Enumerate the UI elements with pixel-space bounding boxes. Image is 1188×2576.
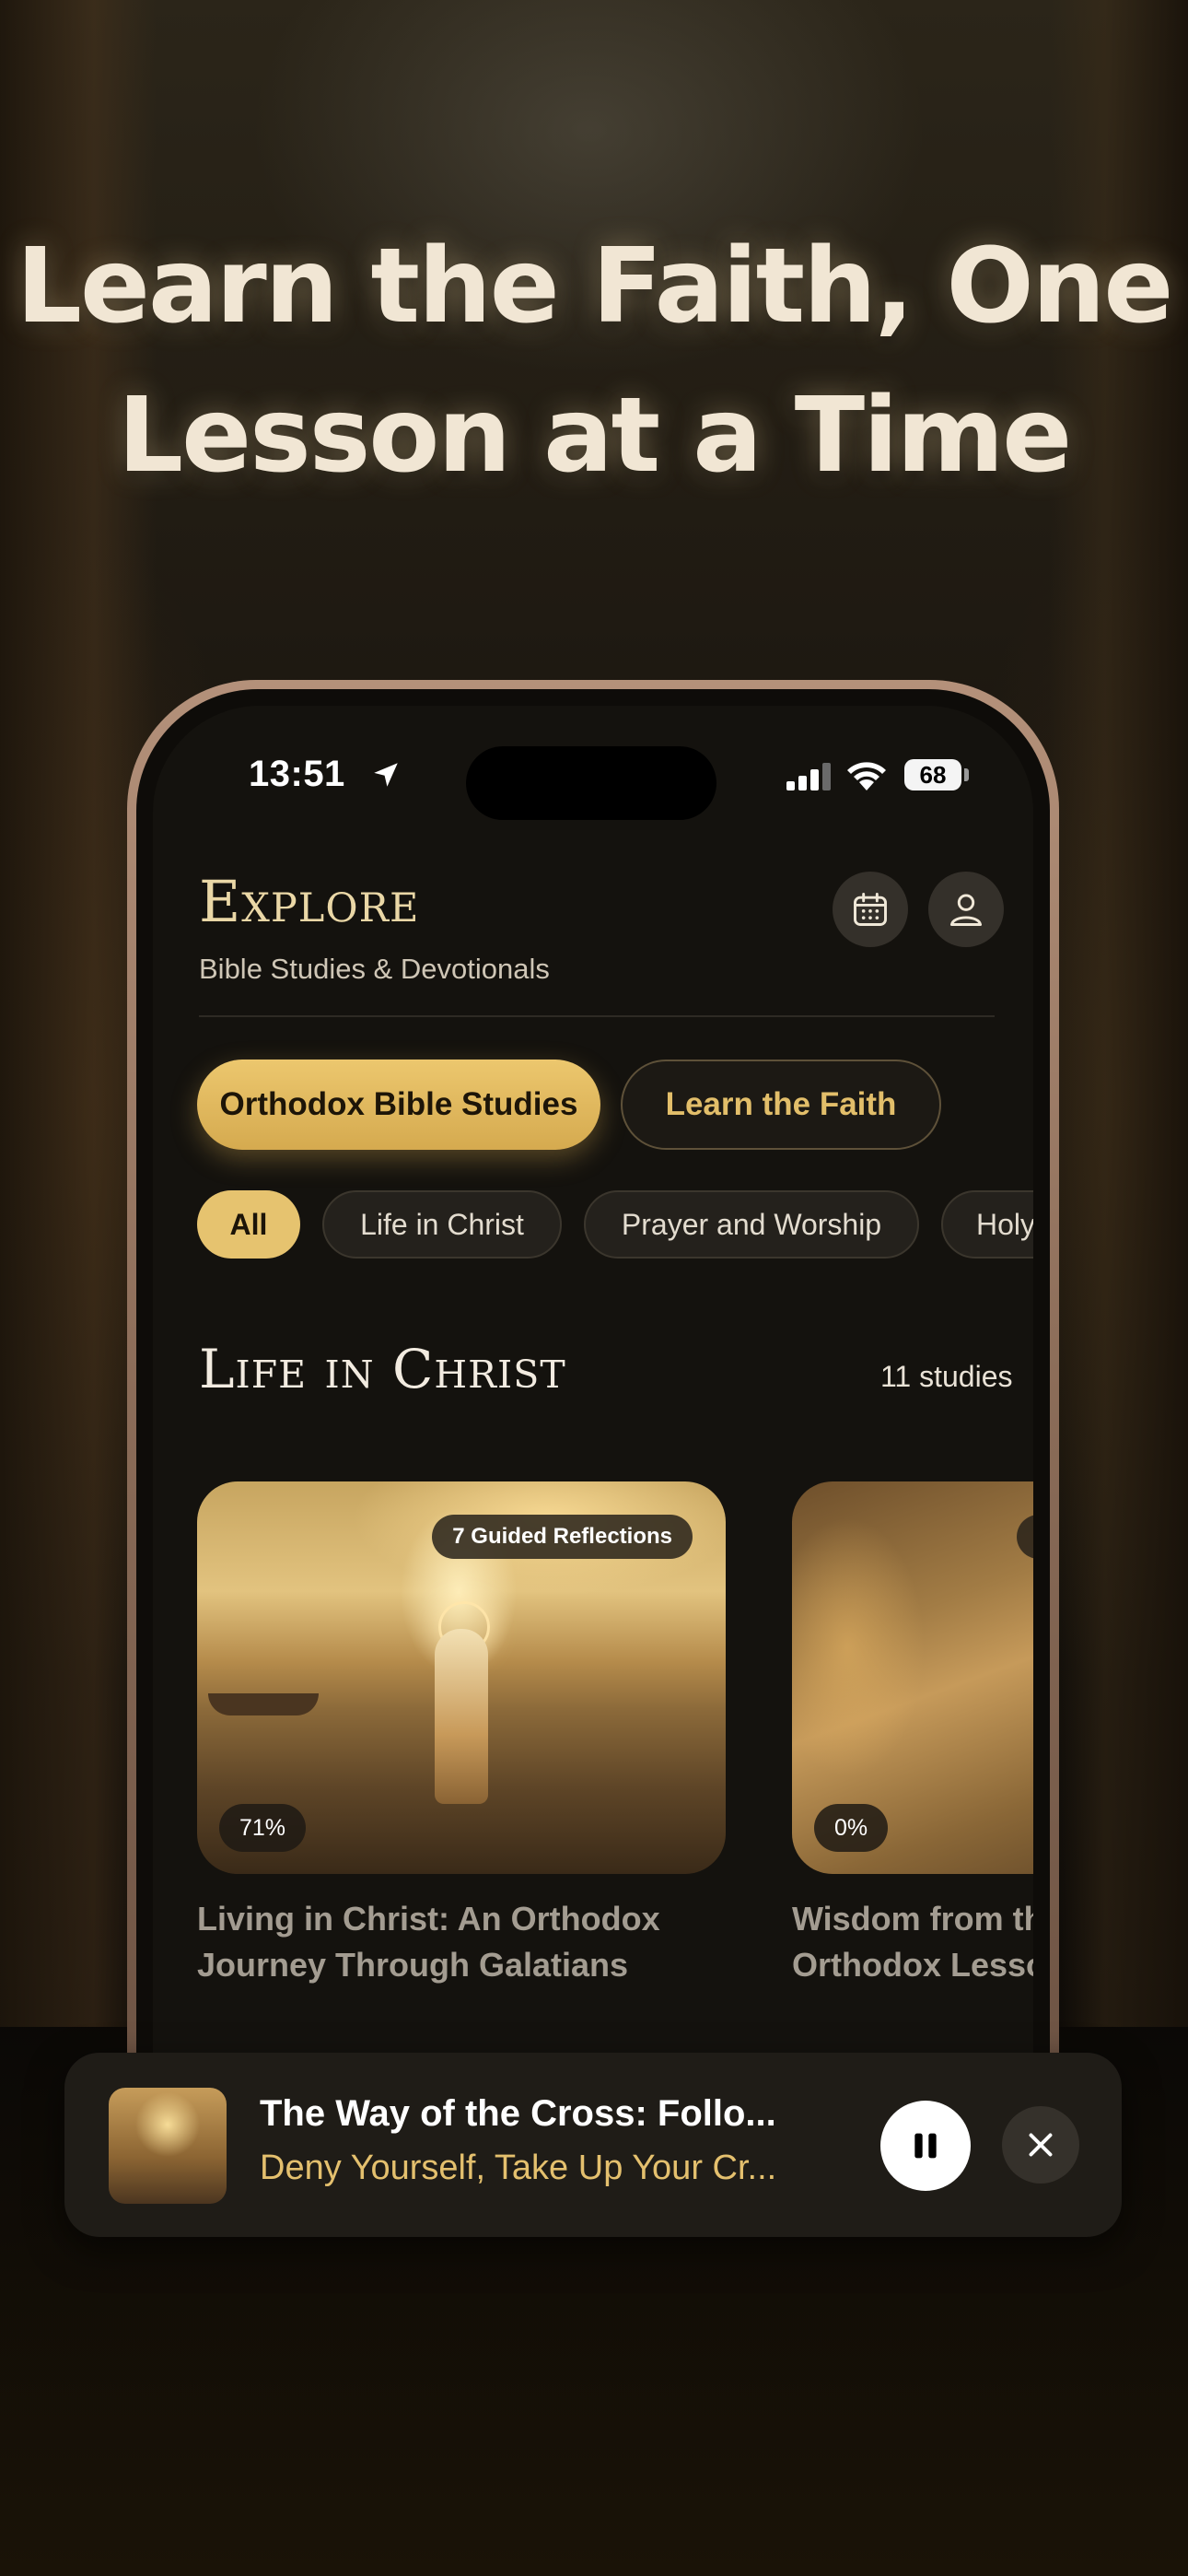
study-card-image: 5 0% [792,1481,1033,1874]
calendar-button[interactable] [833,872,908,947]
boat-illustration [208,1693,319,1715]
battery-nub [964,768,969,781]
pause-icon [914,2133,937,2159]
study-card-title-line1: Living in Christ: An Orthodox [197,1900,660,1938]
study-card-title: Living in Christ: An Orthodox Journey Th… [197,1896,726,1988]
close-icon [1029,2133,1053,2157]
figure-illustration [435,1629,488,1804]
promo-headline: Learn the Faith, One Lesson at a Time [0,212,1188,510]
promo-headline-line2: Lesson at a Time [117,376,1072,496]
filter-chip-holy[interactable]: Holy [941,1190,1033,1259]
study-card-title-line2: Journey Through Galatians [197,1946,629,1984]
cellular-signal-icon [786,763,831,790]
mini-player-title: The Way of the Cross: Follo... [260,2093,776,2134]
page-title: Explore [199,868,420,935]
progress-badge: 0% [814,1804,889,1852]
page-subtitle: Bible Studies & Devotionals [199,953,550,985]
battery-icon: 68 [904,759,961,790]
study-card[interactable]: 7 Guided Reflections 71% Living in Chris… [197,1481,726,1988]
filter-chip-prayer-and-worship[interactable]: Prayer and Worship [584,1190,919,1259]
filter-chip-life-in-christ[interactable]: Life in Christ [322,1190,562,1259]
location-arrow-icon [374,763,398,787]
header-divider [199,1015,995,1017]
phone-bezel: 13:51 68 Explore Bible Studies & Devotio… [136,689,1050,2062]
mini-player-artwork [109,2088,227,2204]
study-card[interactable]: 5 0% Wisdom from th Orthodox Lesso [792,1481,1033,1988]
reflections-badge: 7 Guided Reflections [432,1515,693,1559]
user-icon [949,894,983,926]
segment-orthodox-bible-studies[interactable]: Orthodox Bible Studies [197,1060,600,1150]
close-player-button[interactable] [1002,2106,1079,2184]
profile-button[interactable] [928,872,1004,947]
calendar-icon [854,893,887,926]
reflections-badge: 5 [1017,1515,1033,1559]
section-count: 11 studies [880,1360,1013,1393]
study-card-title-line2: Orthodox Lesso [792,1946,1033,1984]
pause-button[interactable] [880,2101,971,2191]
status-bar: 13:51 68 [153,706,1033,820]
mini-player[interactable]: The Way of the Cross: Follo... Deny Your… [64,2053,1122,2237]
mini-player-subtitle: Deny Yourself, Take Up Your Cr... [260,2149,777,2187]
segment-learn-the-faith[interactable]: Learn the Faith [621,1060,941,1150]
study-card-title-line1: Wisdom from th [792,1900,1033,1938]
phone-frame: 13:51 68 Explore Bible Studies & Devotio… [127,680,1059,2062]
dynamic-island [466,746,716,820]
promo-headline-line1: Learn the Faith, One [16,227,1174,346]
filter-chip-all[interactable]: All [197,1190,300,1259]
app-screen: 13:51 68 Explore Bible Studies & Devotio… [153,706,1033,2062]
wifi-icon [847,762,886,790]
status-time: 13:51 [249,754,345,794]
section-title: Life in Christ [199,1338,566,1400]
study-card-title: Wisdom from th Orthodox Lesso [792,1896,1033,1988]
progress-badge: 71% [219,1804,307,1852]
study-card-image: 7 Guided Reflections 71% [197,1481,726,1874]
